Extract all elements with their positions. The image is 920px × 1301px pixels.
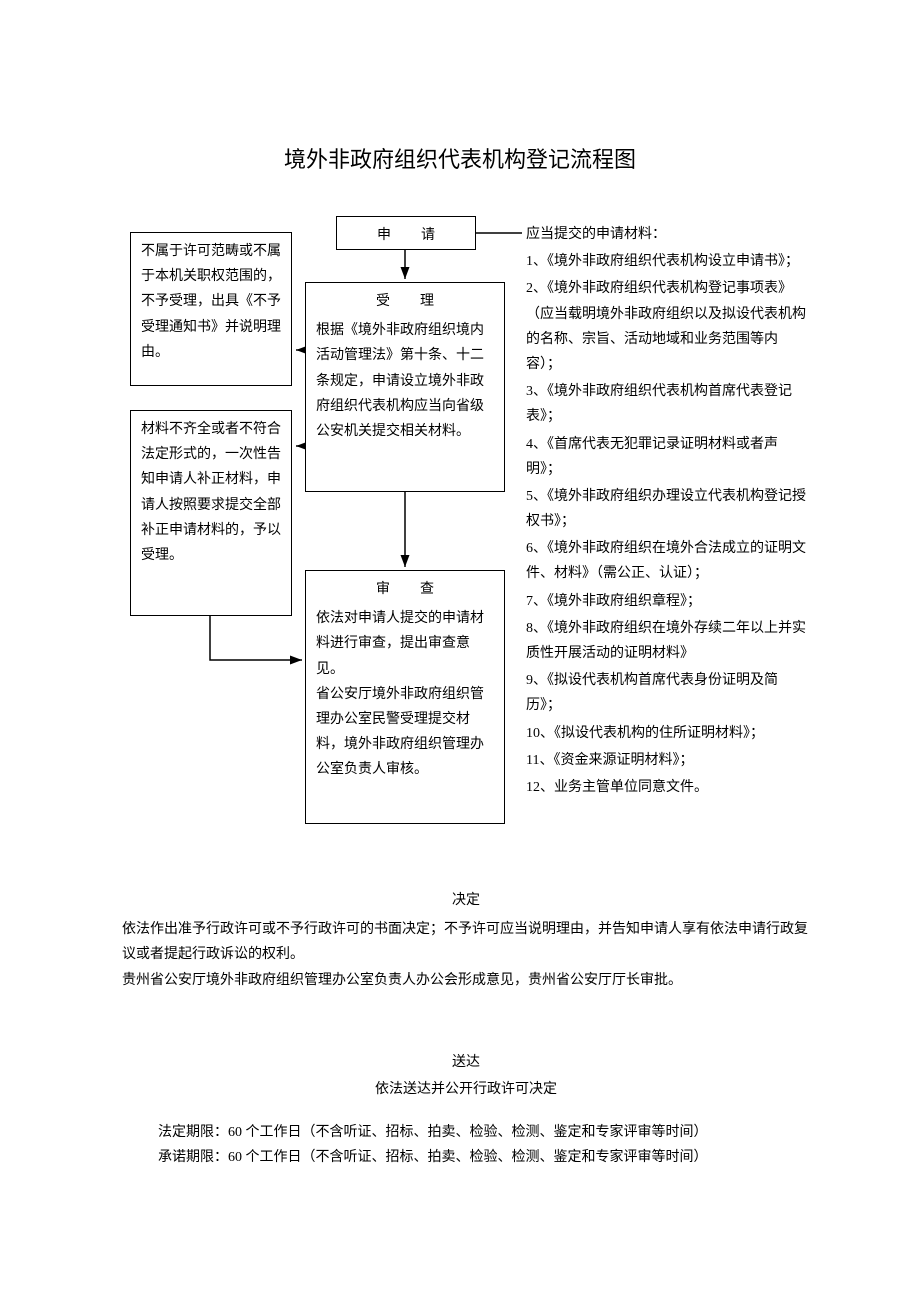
decision-title: 决定 (122, 888, 810, 913)
page-title: 境外非政府组织代表机构登记流程图 (0, 140, 920, 180)
flow-review-title: 审 查 (316, 577, 494, 602)
deliver-section: 送达 依法送达并公开行政许可决定 (122, 1050, 810, 1104)
decision-body1: 依法作出准予行政许可或不予行政许可的书面决定；不予许可应当说明理由，并告知申请人… (122, 917, 810, 967)
deliver-title: 送达 (122, 1050, 810, 1075)
deliver-body: 依法送达并公开行政许可决定 (122, 1077, 810, 1102)
flow-reject-scope: 不属于许可范畴或不属于本机关职权范围的，不予受理，出具《不予受理通知书》并说明理… (130, 232, 292, 386)
materials-item: 2、《境外非政府组织代表机构登记事项表》（应当载明境外非政府组织以及拟设代表机构… (526, 276, 810, 377)
flow-accept: 受 理 根据《境外非政府组织境内活动管理法》第十条、十二条规定，申请设立境外非政… (305, 282, 505, 492)
flow-accept-body: 根据《境外非政府组织境内活动管理法》第十条、十二条规定，申请设立境外非政府组织代… (316, 318, 494, 444)
materials-item: 4、《首席代表无犯罪记录证明材料或者声明》； (526, 432, 810, 482)
materials-list: 应当提交的申请材料： 1、《境外非政府组织代表机构设立申请书》； 2、《境外非政… (526, 222, 810, 802)
materials-item: 10、《拟设代表机构的住所证明材料》； (526, 721, 810, 746)
materials-item: 5、《境外非政府组织办理设立代表机构登记授权书》； (526, 484, 810, 534)
flow-reject-scope-text: 不属于许可范畴或不属于本机关职权范围的，不予受理，出具《不予受理通知书》并说明理… (141, 244, 281, 360)
flow-corrections: 材料不齐全或者不符合法定形式的，一次性告知申请人补正材料，申请人按照要求提交全部… (130, 410, 292, 616)
materials-item: 3、《境外非政府组织代表机构首席代表登记表》； (526, 379, 810, 429)
deadline-commitment: 承诺期限：60 个工作日（不含听证、招标、拍卖、检验、检测、鉴定和专家评审等时间… (158, 1145, 798, 1170)
decision-body2: 贵州省公安厅境外非政府组织管理办公室负责人办公会形成意见，贵州省公安厅厅长审批。 (122, 968, 810, 993)
deadlines-section: 法定期限：60 个工作日（不含听证、招标、拍卖、检验、检测、鉴定和专家评审等时间… (158, 1120, 798, 1170)
materials-item: 6、《境外非政府组织在境外合法成立的证明文件、材料》（需公正、认证）； (526, 536, 810, 586)
flow-corrections-text: 材料不齐全或者不符合法定形式的，一次性告知申请人补正材料，申请人按照要求提交全部… (141, 422, 281, 563)
materials-item: 7、《境外非政府组织章程》； (526, 589, 810, 614)
materials-item: 12、业务主管单位同意文件。 (526, 775, 810, 800)
flow-accept-title: 受 理 (316, 289, 494, 314)
materials-header: 应当提交的申请材料： (526, 222, 810, 247)
materials-item: 8、《境外非政府组织在境外存续二年以上并实质性开展活动的证明材料》 (526, 616, 810, 666)
materials-item: 9、《拟设代表机构首席代表身份证明及简历》； (526, 668, 810, 718)
flow-review-body: 依法对申请人提交的申请材料进行审查，提出审查意见。 省公安厅境外非政府组织管理办… (316, 606, 494, 782)
flow-apply-title: 申 请 (377, 228, 443, 243)
decision-section: 决定 依法作出准予行政许可或不予行政许可的书面决定；不予许可应当说明理由，并告知… (122, 888, 810, 993)
flow-review: 审 查 依法对申请人提交的申请材料进行审查，提出审查意见。 省公安厅境外非政府组… (305, 570, 505, 824)
materials-item: 1、《境外非政府组织代表机构设立申请书》； (526, 249, 810, 274)
deadline-statutory: 法定期限：60 个工作日（不含听证、招标、拍卖、检验、检测、鉴定和专家评审等时间… (158, 1120, 798, 1145)
flow-apply: 申 请 (336, 216, 476, 250)
materials-item: 11、《资金来源证明材料》； (526, 748, 810, 773)
